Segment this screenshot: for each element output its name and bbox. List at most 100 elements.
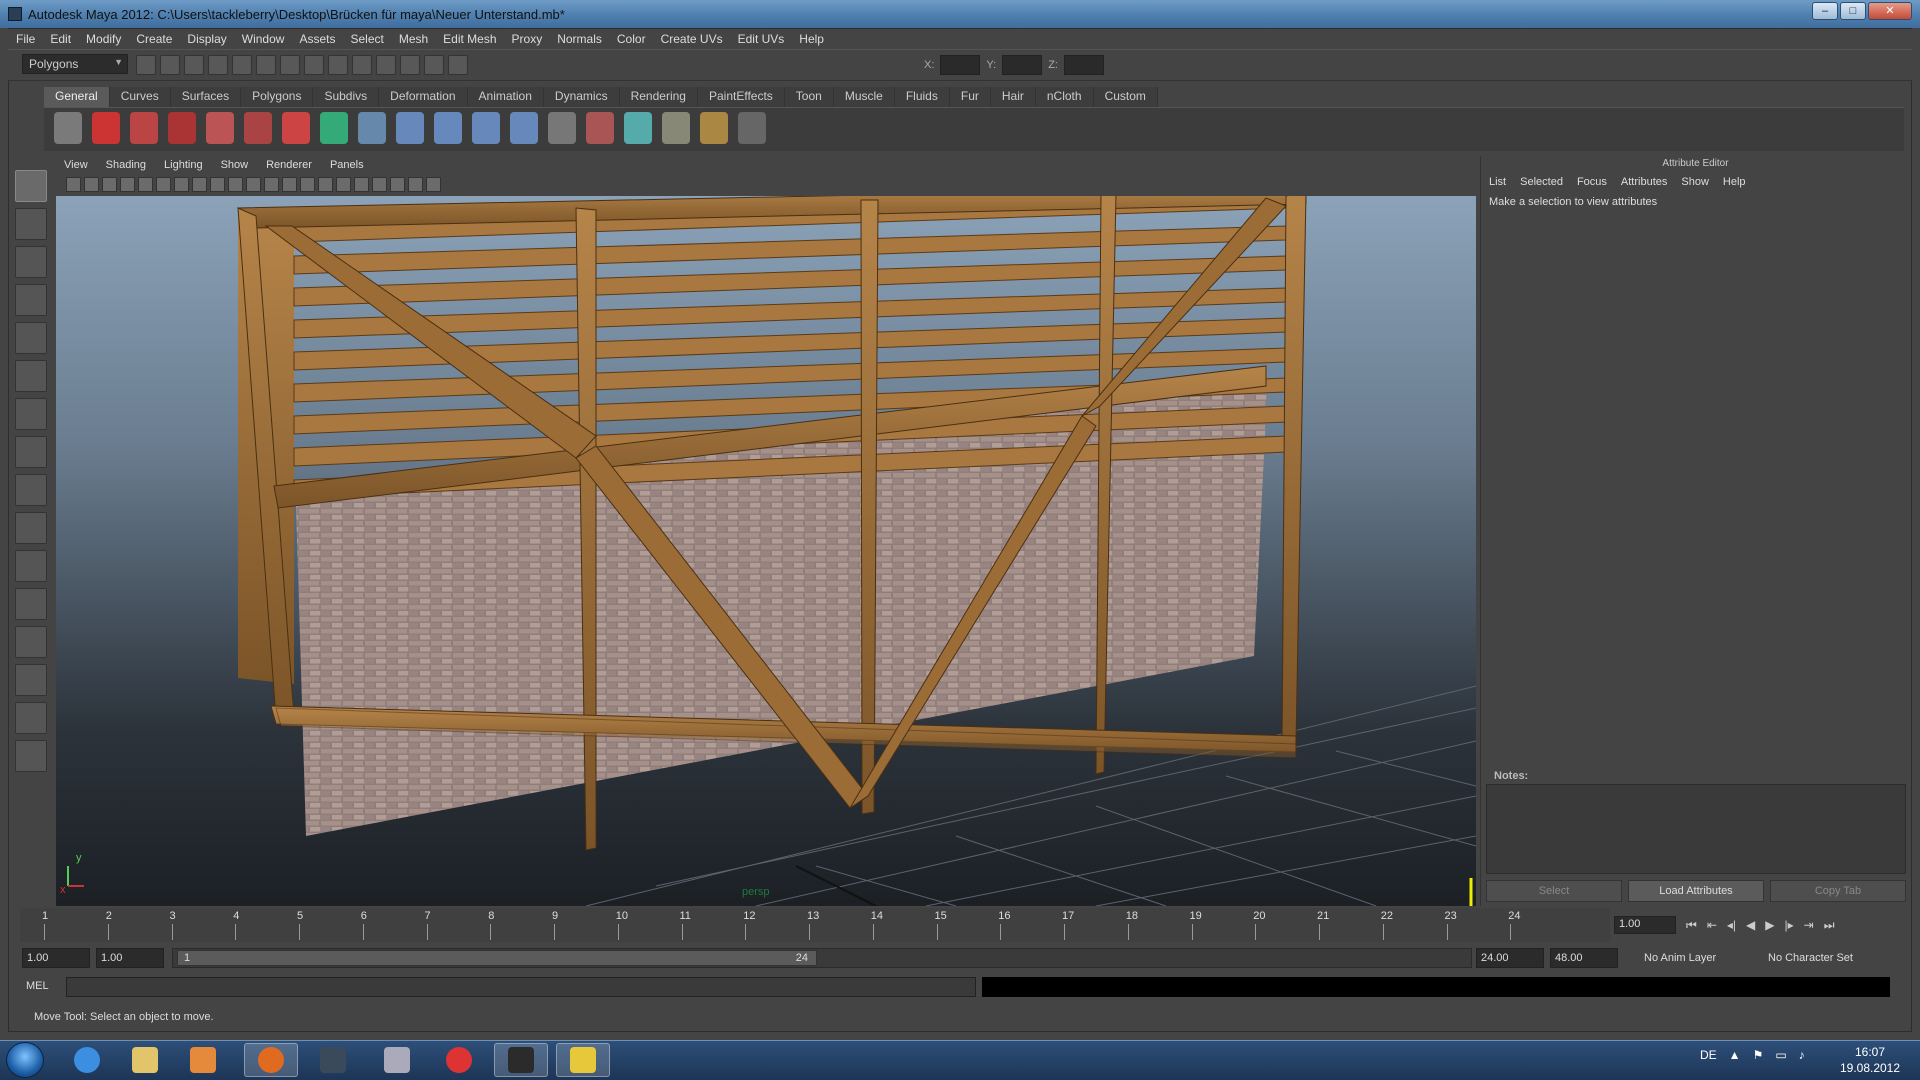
- shelf-tab-polygons[interactable]: Polygons: [241, 87, 314, 107]
- shelf-tab-painteffects[interactable]: PaintEffects: [697, 87, 785, 107]
- film-reel-icon[interactable]: [54, 112, 82, 144]
- menu-display[interactable]: Display: [187, 32, 226, 46]
- universal-manipulator-icon[interactable]: [15, 398, 47, 430]
- windows-start-icon[interactable]: [6, 1042, 44, 1078]
- character-set-dropdown[interactable]: No Character Set: [1768, 952, 1853, 964]
- x-field[interactable]: [940, 55, 981, 75]
- animation-end-field[interactable]: 48.00: [1550, 948, 1618, 968]
- step-back-frame-icon[interactable]: ◂|: [1727, 918, 1736, 933]
- render-icon[interactable]: [376, 55, 396, 75]
- select-hierarchy-icon[interactable]: [208, 55, 228, 75]
- range-slider[interactable]: 1 24: [172, 948, 1472, 968]
- select-tool-icon[interactable]: [15, 170, 47, 202]
- gate-mask-icon[interactable]: [192, 176, 207, 192]
- range-slider-handle[interactable]: 1 24: [177, 950, 817, 966]
- ep-curve-icon[interactable]: [168, 112, 196, 144]
- select-object-icon[interactable]: [232, 55, 252, 75]
- maya-taskbar-icon[interactable]: [494, 1043, 548, 1077]
- menu-window[interactable]: Window: [242, 32, 285, 46]
- persp-graph-layout-icon[interactable]: [15, 664, 47, 696]
- step-forward-key-icon[interactable]: ⇥: [1804, 918, 1814, 933]
- textured-icon[interactable]: [318, 176, 333, 192]
- menu-select[interactable]: Select: [350, 32, 383, 46]
- shelf-tab-subdivs[interactable]: Subdivs: [313, 87, 380, 107]
- scale-tool-icon[interactable]: [15, 360, 47, 392]
- persp-uv-layout-icon[interactable]: [15, 740, 47, 772]
- shelf-tab-general[interactable]: General: [44, 87, 110, 107]
- play-backward-icon[interactable]: ◀: [1746, 918, 1755, 933]
- snap-grid-icon[interactable]: [280, 55, 300, 75]
- shelf-tab-toon[interactable]: Toon: [784, 87, 834, 107]
- graph-editor-icon[interactable]: [548, 112, 576, 144]
- pencil-curve-icon[interactable]: [206, 112, 234, 144]
- load-attributes-button[interactable]: Load Attributes: [1628, 880, 1764, 902]
- menu-edit-mesh[interactable]: Edit Mesh: [443, 32, 496, 46]
- lasso-tool-icon[interactable]: [15, 208, 47, 240]
- menu-modify[interactable]: Modify: [86, 32, 121, 46]
- playback-start-field[interactable]: 1.00: [96, 948, 164, 968]
- internet-explorer-icon[interactable]: [60, 1043, 114, 1077]
- mel-label[interactable]: MEL: [26, 980, 49, 992]
- play-forward-icon[interactable]: ▶: [1765, 918, 1774, 933]
- menu-help[interactable]: Help: [799, 32, 824, 46]
- menu-edit-uvs[interactable]: Edit UVs: [738, 32, 785, 46]
- grid-toggle-icon[interactable]: [138, 176, 153, 192]
- current-frame-field[interactable]: 1.00: [1614, 916, 1676, 934]
- menu-normals[interactable]: Normals: [557, 32, 602, 46]
- wireframe-icon[interactable]: [264, 176, 279, 192]
- menu-proxy[interactable]: Proxy: [512, 32, 543, 46]
- sphere-icon[interactable]: [358, 112, 386, 144]
- ae-menu-show[interactable]: Show: [1681, 176, 1709, 188]
- shadows-icon[interactable]: [354, 176, 369, 192]
- film-gate-icon[interactable]: [156, 176, 171, 192]
- menu-color[interactable]: Color: [617, 32, 646, 46]
- revolve-icon[interactable]: [282, 112, 310, 144]
- field-chart-icon[interactable]: [210, 176, 225, 192]
- cube-render-icon[interactable]: [662, 112, 690, 144]
- go-to-start-icon[interactable]: ⏮: [1686, 918, 1697, 933]
- menu-create-uvs[interactable]: Create UVs: [661, 32, 723, 46]
- paint-select-tool-icon[interactable]: [15, 246, 47, 278]
- ae-select-button[interactable]: Select: [1486, 880, 1622, 902]
- z-field[interactable]: [1063, 55, 1104, 75]
- calculator-icon[interactable]: [370, 1043, 424, 1077]
- shelf-tab-surfaces[interactable]: Surfaces: [170, 87, 242, 107]
- isolate-select-icon[interactable]: [390, 176, 405, 192]
- safe-title-icon[interactable]: [246, 176, 261, 192]
- shelf-tab-rendering[interactable]: Rendering: [619, 87, 698, 107]
- loft-icon[interactable]: [320, 112, 348, 144]
- taskbar-clock[interactable]: 16:07 19.08.2012: [1830, 1044, 1910, 1076]
- panel-menu-shading[interactable]: Shading: [106, 159, 146, 171]
- camera-attributes-icon[interactable]: [84, 176, 99, 192]
- anim-layer-dropdown[interactable]: No Anim Layer: [1644, 952, 1716, 964]
- ae-menu-attributes[interactable]: Attributes: [1621, 176, 1667, 188]
- shelf-tab-fluids[interactable]: Fluids: [894, 87, 950, 107]
- wireframe-on-shaded-icon[interactable]: [300, 176, 315, 192]
- tractor-game-icon[interactable]: [306, 1043, 360, 1077]
- select-camera-icon[interactable]: [66, 176, 81, 192]
- network-icon[interactable]: ▭: [1775, 1048, 1786, 1062]
- image-plane-icon[interactable]: [120, 176, 135, 192]
- go-to-end-icon[interactable]: ⏭: [1824, 918, 1835, 933]
- save-scene-icon[interactable]: [184, 55, 204, 75]
- bookmark-icon[interactable]: [102, 176, 117, 192]
- file-explorer-icon[interactable]: [118, 1043, 172, 1077]
- joint-tool-icon[interactable]: [396, 112, 424, 144]
- step-forward-frame-icon[interactable]: |▸: [1784, 918, 1793, 933]
- copy-tab-button[interactable]: Copy Tab: [1770, 880, 1906, 902]
- viewport-persp[interactable]: x y: [56, 196, 1476, 906]
- notes-textarea[interactable]: [1486, 784, 1906, 874]
- safe-action-icon[interactable]: [228, 176, 243, 192]
- shelf-tab-curves[interactable]: Curves: [109, 87, 171, 107]
- snap-point-icon[interactable]: [328, 55, 348, 75]
- shelf-tab-ncloth[interactable]: nCloth: [1035, 87, 1094, 107]
- bind-skin-icon[interactable]: [472, 112, 500, 144]
- shelf-tab-muscle[interactable]: Muscle: [833, 87, 895, 107]
- rotate-tool-icon[interactable]: [15, 322, 47, 354]
- time-slider[interactable]: 1 2 3 4 5 6 7 8 9 10 11 12 13 14 15 16 17 18 19 20 21 22 23 24: [20, 908, 1610, 942]
- farming-sim-icon[interactable]: [556, 1043, 610, 1077]
- panel-menu-panels[interactable]: Panels: [330, 159, 364, 171]
- language-indicator[interactable]: DE: [1700, 1048, 1717, 1062]
- arc-tool-icon[interactable]: [244, 112, 272, 144]
- action-center-icon[interactable]: ⚑: [1753, 1048, 1764, 1062]
